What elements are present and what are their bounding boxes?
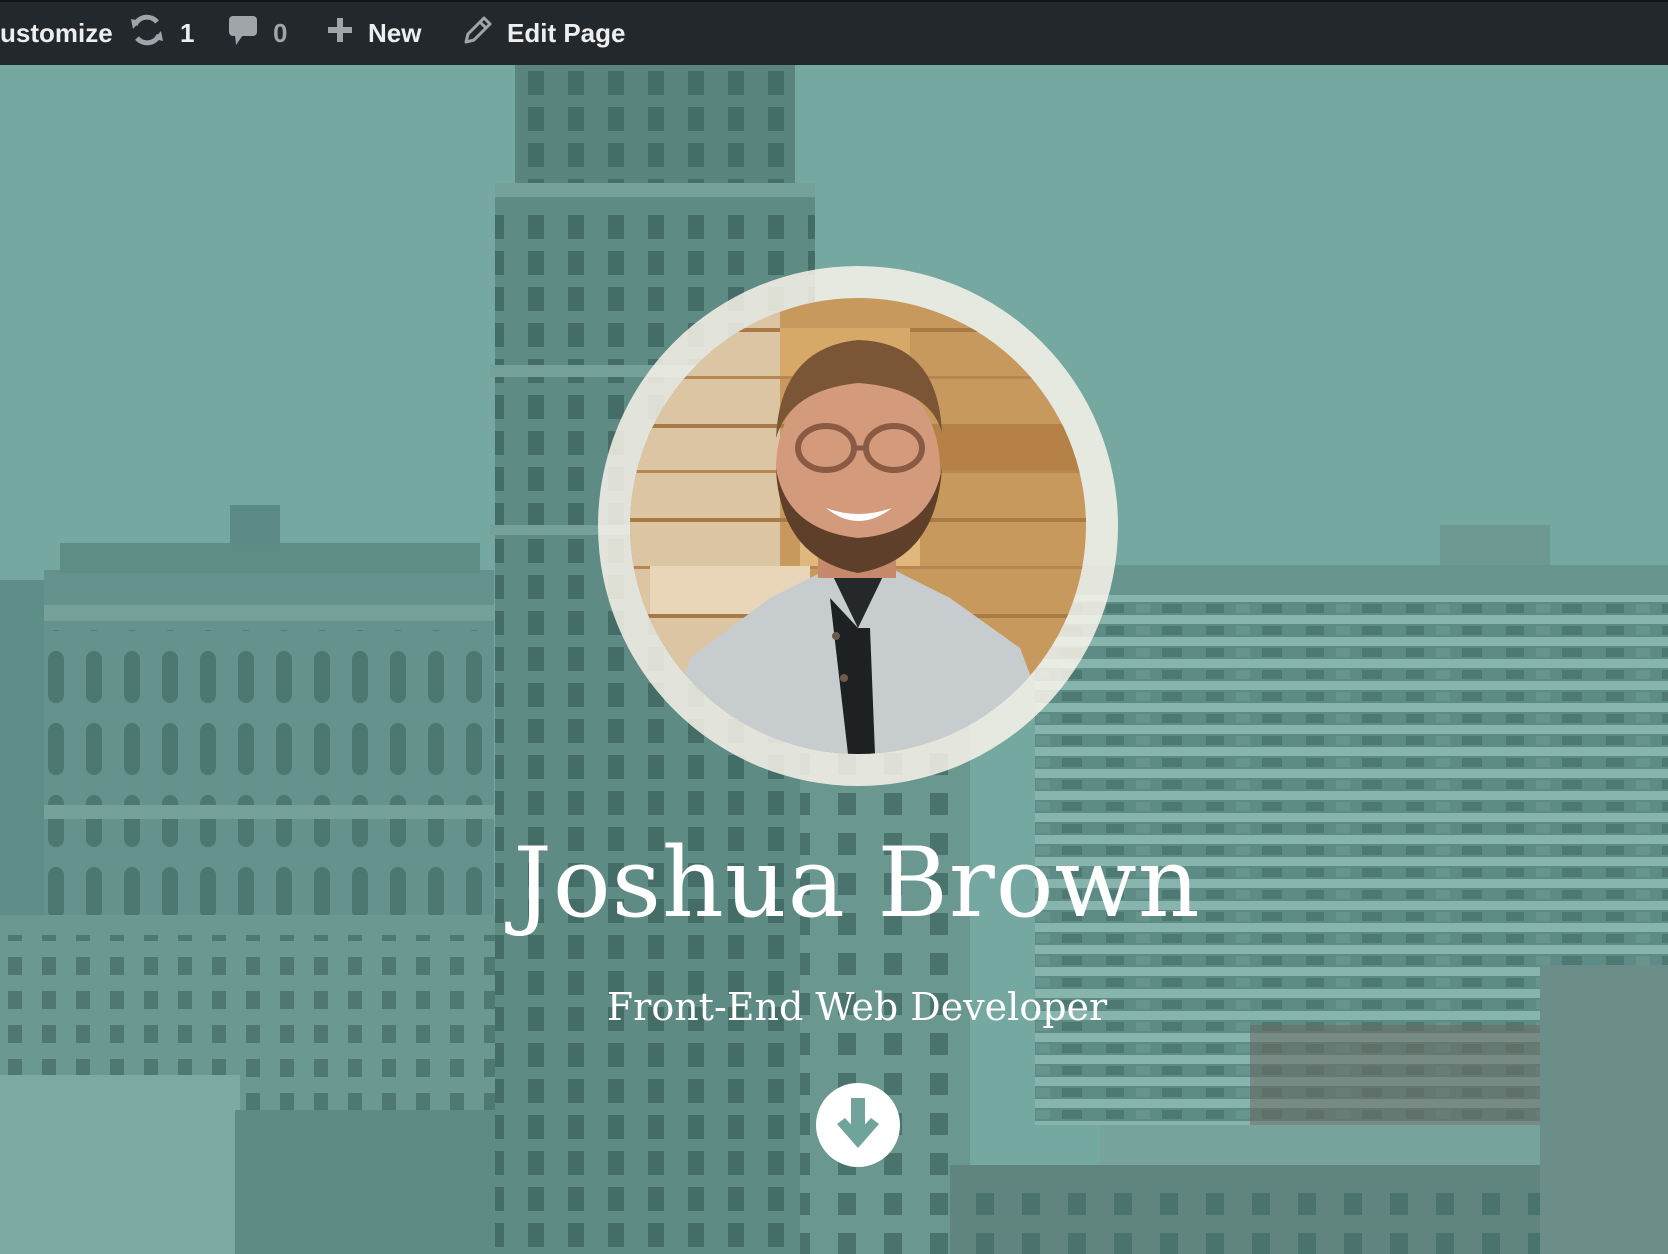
arrow-down-circle-icon [816, 1083, 900, 1167]
admin-bar: ustomize 1 0 New Edit Page [0, 0, 1668, 65]
new-content-link[interactable]: New [326, 2, 421, 65]
hero-name: Joshua Brown [513, 827, 1201, 939]
comments-link[interactable]: 0 [227, 2, 287, 65]
customize-link[interactable]: ustomize [0, 2, 113, 65]
scroll-down-button[interactable] [815, 1082, 901, 1168]
hero-section: Joshua Brown Front-End Web Developer [0, 65, 1668, 1254]
profile-photo [630, 298, 1086, 754]
plus-icon [326, 16, 354, 51]
comment-bubble-icon [227, 13, 259, 54]
updates-link[interactable]: 1 [128, 2, 194, 65]
pencil-icon [463, 15, 493, 52]
page: ustomize 1 0 New Edit Page Joshua Brown … [0, 0, 1668, 1254]
updates-count: 1 [180, 18, 195, 48]
edit-page-label: Edit Page [507, 18, 626, 48]
refresh-icon [128, 13, 166, 54]
new-label: New [368, 18, 422, 48]
comments-count: 0 [273, 18, 288, 48]
hero-subtitle: Front-End Web Developer [606, 985, 1108, 1029]
edit-page-link[interactable]: Edit Page [463, 2, 625, 65]
customize-label: ustomize [0, 18, 113, 48]
